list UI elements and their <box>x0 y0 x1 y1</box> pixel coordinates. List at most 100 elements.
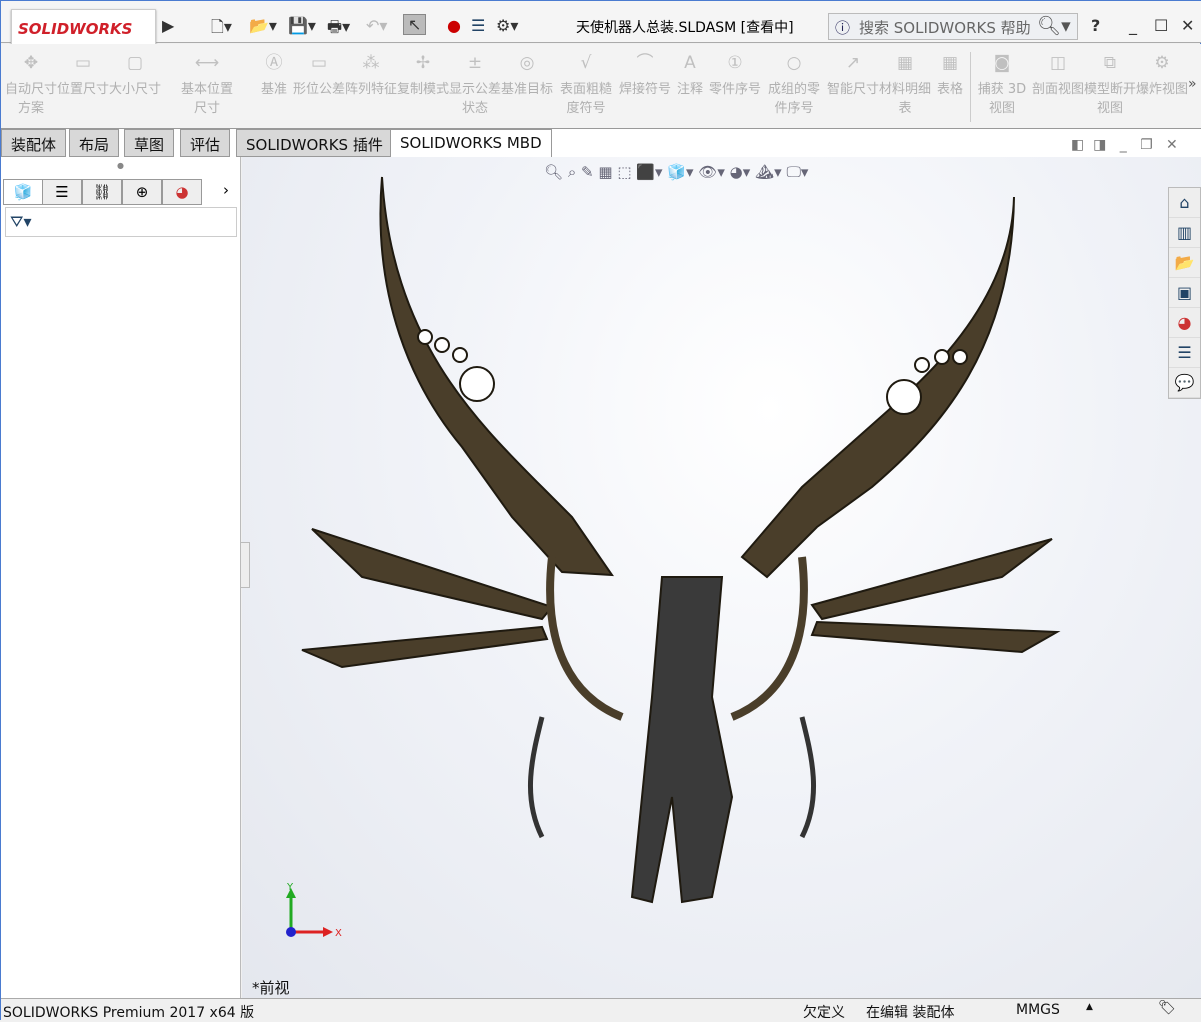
ribbon-button[interactable]: ▭ 形位公差 <box>291 54 347 99</box>
help-button[interactable]: ? <box>1091 16 1100 35</box>
ribbon-button[interactable]: ◎ 基准目标 <box>499 54 555 99</box>
expand-menu-icon[interactable]: ▶ <box>162 16 174 35</box>
ribbon-label: 复制模式 <box>396 82 449 97</box>
edit-appearance-icon[interactable]: ◕▾ <box>730 163 751 181</box>
panel-grip-icon[interactable]: ● <box>117 161 124 170</box>
previous-view-icon[interactable]: ✎ <box>581 163 594 181</box>
configuration-tab-icon[interactable]: ⛓ <box>82 179 122 205</box>
ribbon-button[interactable]: ◫ 剖面视图 <box>1030 54 1086 99</box>
ribbon-more-icon[interactable]: » <box>1188 76 1197 92</box>
tab[interactable]: SOLIDWORKS MBD <box>390 129 552 157</box>
ribbon-button[interactable]: ◙ 捕获 3D 视图 <box>974 54 1030 118</box>
minimize-icon[interactable]: _ <box>1129 16 1137 35</box>
open-icon[interactable]: 📂▾ <box>249 16 277 35</box>
ribbon-icon: ⚙ <box>1154 53 1170 73</box>
options-icon[interactable]: ⚙▾ <box>496 16 518 35</box>
home-icon[interactable]: ⌂ <box>1169 188 1200 218</box>
left-blade <box>379 176 614 577</box>
view-orientation-icon[interactable]: ⬛▾ <box>636 163 662 181</box>
appearances-icon[interactable]: ◕ <box>1169 308 1200 338</box>
ribbon-button[interactable]: ⟷ 基本位置尺寸 <box>179 54 235 118</box>
property-manager-tab-icon[interactable]: ☰ <box>42 179 82 205</box>
ribbon-button[interactable]: ⚙ 爆炸视图 <box>1134 54 1190 99</box>
view-settings-icon[interactable]: 🖵▾ <box>786 163 808 181</box>
forum-icon[interactable]: 💬 <box>1169 368 1200 398</box>
section-view-icon[interactable]: ▦ <box>598 163 612 181</box>
help-search-input[interactable]: ⓘ 搜索 SOLIDWORKS 帮助 🔍︎▾ <box>828 13 1078 40</box>
doc-restore-icon[interactable]: ❐ <box>1140 137 1153 153</box>
ribbon-button[interactable]: ○ 成组的零件序号 <box>766 54 822 118</box>
hide-show-icon[interactable]: 👁▾ <box>698 163 725 181</box>
tag-icon[interactable]: 🏷 <box>1158 1000 1176 1016</box>
ribbon-label: 大小尺寸 <box>108 82 161 97</box>
chevron-right-icon[interactable]: › <box>223 181 229 199</box>
tile-left-icon[interactable]: ◧ <box>1071 137 1084 153</box>
edit-mode-status: 在编辑 装配体 <box>866 1005 955 1021</box>
file-explorer-icon[interactable]: 📂 <box>1169 248 1200 278</box>
close-icon[interactable]: ✕ <box>1181 16 1194 35</box>
ribbon-label: 注释 <box>676 82 703 97</box>
ribbon-button[interactable]: ✢ 复制模式 <box>395 54 451 99</box>
ribbon-label: 捕获 3D 视图 <box>977 82 1027 116</box>
right-arc <box>730 556 808 721</box>
ribbon-button[interactable]: √ 表面粗糙度符号 <box>558 54 614 118</box>
left-lower-wing <box>527 716 545 839</box>
ribbon-button[interactable]: ⧉ 模型断开视图 <box>1082 54 1138 118</box>
ribbon-button[interactable]: ▢ 大小尺寸 <box>107 54 163 99</box>
graphics-viewport[interactable]: 🔍︎ ⌕ ✎ ▦ ⬚ ⬛▾ 🧊▾ 👁▾ ◕▾ ⛰▾ 🖵▾ ◧ ◨ _ ❐ ✕ Y… <box>240 137 1201 998</box>
tab[interactable]: 草图 <box>124 129 175 157</box>
design-library-icon[interactable]: ▥ <box>1169 218 1200 248</box>
view-palette-icon[interactable]: ▣ <box>1169 278 1200 308</box>
ribbon-button[interactable]: ✥ 自动尺寸方案 <box>3 54 59 118</box>
panel-collapse-handle[interactable] <box>240 542 250 588</box>
custom-properties-icon[interactable]: ☰ <box>1169 338 1200 368</box>
apply-scene-icon[interactable]: ⛰▾ <box>755 163 782 181</box>
feature-tree-tab-icon[interactable]: 🧊 <box>3 179 43 205</box>
ribbon-button[interactable]: ⁂ 阵列特征 <box>343 54 399 99</box>
doc-minimize-icon[interactable]: _ <box>1120 137 1127 153</box>
tab[interactable]: 布局 <box>69 129 120 157</box>
ribbon-button[interactable]: ▭ 位置尺寸 <box>55 54 111 99</box>
ribbon-label: 阵列特征 <box>344 82 397 97</box>
select-icon[interactable]: ↖ <box>403 14 427 35</box>
ribbon-label: 基准 <box>260 82 287 97</box>
filter-icon[interactable]: ⛛▾ <box>5 207 237 237</box>
dimxpert-tab-icon[interactable]: ⊕ <box>122 179 162 205</box>
file-properties-icon[interactable]: ☰ <box>471 16 485 35</box>
left-feather-1 <box>311 528 554 621</box>
axis-x-label: X <box>335 928 342 939</box>
ribbon-label: 形位公差 <box>292 82 345 97</box>
tab[interactable]: 装配体 <box>1 129 67 157</box>
appearance-tab-icon[interactable]: ◕ <box>162 179 202 205</box>
tab[interactable]: 评估 <box>180 129 231 157</box>
dynamic-annotation-icon[interactable]: ⬚ <box>617 163 631 181</box>
tile-right-icon[interactable]: ◨ <box>1093 137 1106 153</box>
units-selector[interactable]: MMGS <box>1016 1002 1060 1018</box>
maximize-icon[interactable]: ☐ <box>1154 16 1168 35</box>
heads-up-view-toolbar: 🔍︎ ⌕ ✎ ▦ ⬚ ⬛▾ 🧊▾ 👁▾ ◕▾ ⛰▾ 🖵▾ <box>544 163 808 181</box>
left-feather-2 <box>301 625 549 669</box>
zoom-area-icon[interactable]: ⌕ <box>568 163 576 181</box>
ribbon-label: 智能尺寸 <box>826 82 879 97</box>
search-icon[interactable]: 🔍︎▾ <box>1037 14 1071 37</box>
undo-icon[interactable]: ↶▾ <box>366 16 387 35</box>
ribbon-label: 剖面视图 <box>1031 82 1084 97</box>
ribbon-button[interactable]: ± 显示公差状态 <box>447 54 503 118</box>
rebuild-icon[interactable]: ● <box>447 16 461 35</box>
zoom-to-fit-icon[interactable]: 🔍︎ <box>544 163 563 181</box>
ribbon-icon: ⧉ <box>1103 53 1117 73</box>
ribbon-button[interactable]: ① 零件序号 <box>707 54 763 99</box>
ribbon-label: 基本位置尺寸 <box>180 82 233 116</box>
new-icon[interactable]: 🗋▾ <box>211 16 232 43</box>
units-up-arrow-icon[interactable]: ▲ <box>1086 1002 1093 1012</box>
ribbon-button[interactable]: ↗ 智能尺寸 <box>825 54 881 99</box>
tab[interactable]: SOLIDWORKS 插件 <box>236 129 393 157</box>
save-icon[interactable]: 💾▾ <box>288 16 316 35</box>
print-icon[interactable]: 🖶▾ <box>327 16 350 43</box>
ribbon-label: 成组的零件序号 <box>767 82 820 116</box>
doc-close-icon[interactable]: ✕ <box>1166 137 1178 153</box>
display-style-icon[interactable]: 🧊▾ <box>667 163 693 181</box>
feature-manager-panel: ● 🧊 ☰ ⛓ ⊕ ◕ › ⛛▾ <box>1 157 241 998</box>
solidworks-logo[interactable]: SOLIDWORKS <box>11 9 156 47</box>
definition-status: 欠定义 <box>803 1005 845 1021</box>
